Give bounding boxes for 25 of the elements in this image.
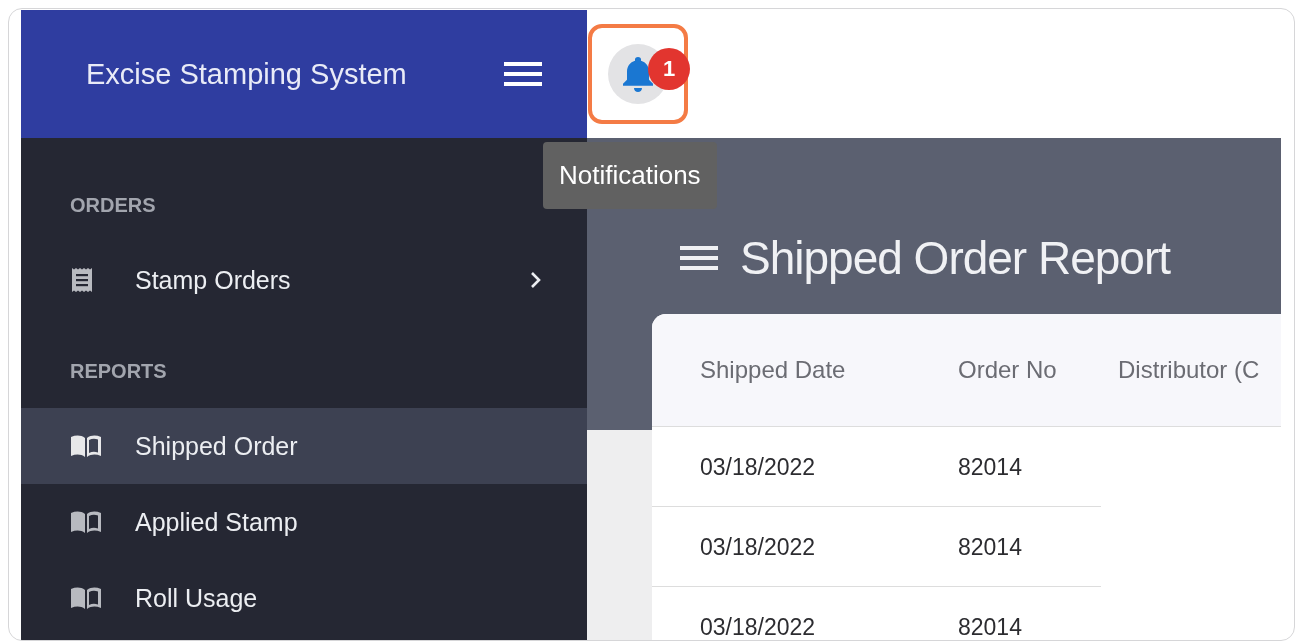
section-heading: REPORTS xyxy=(69,359,168,382)
table-cell-text: 03/18/2022 xyxy=(700,453,817,481)
menu-icon[interactable] xyxy=(680,245,718,271)
book-icon xyxy=(70,586,102,610)
book-icon xyxy=(70,510,102,534)
app-title: Excise Stamping System xyxy=(86,57,407,91)
table-cell-text: 82014 xyxy=(958,453,1023,481)
column-header: Order No xyxy=(958,356,1058,384)
tooltip: Notifications xyxy=(543,142,717,209)
sidebar-item[interactable]: Applied Stamp xyxy=(21,484,587,560)
sidebar-item[interactable]: Roll Usage xyxy=(21,560,587,636)
table-cell-text: 82014 xyxy=(958,613,1023,640)
table-cell-text: 03/18/2022 xyxy=(700,613,817,640)
notification-badge: 1 xyxy=(648,48,690,90)
column-header: Distributor (C xyxy=(1118,356,1261,384)
bell-icon xyxy=(620,55,656,93)
sidebar-item[interactable]: Stamp Orders xyxy=(21,242,587,318)
sidebar-item[interactable]: Shipped Order xyxy=(21,408,587,484)
table-cell-text: 03/18/2022 xyxy=(700,533,817,561)
page-title: Shipped Order Report xyxy=(740,231,1171,285)
book-icon xyxy=(70,434,102,458)
column-header: Shipped Date xyxy=(700,356,847,384)
menu-icon[interactable] xyxy=(504,61,542,87)
notification-button[interactable]: 1 xyxy=(588,24,688,124)
table-cell-text: 82014 xyxy=(958,533,1023,561)
